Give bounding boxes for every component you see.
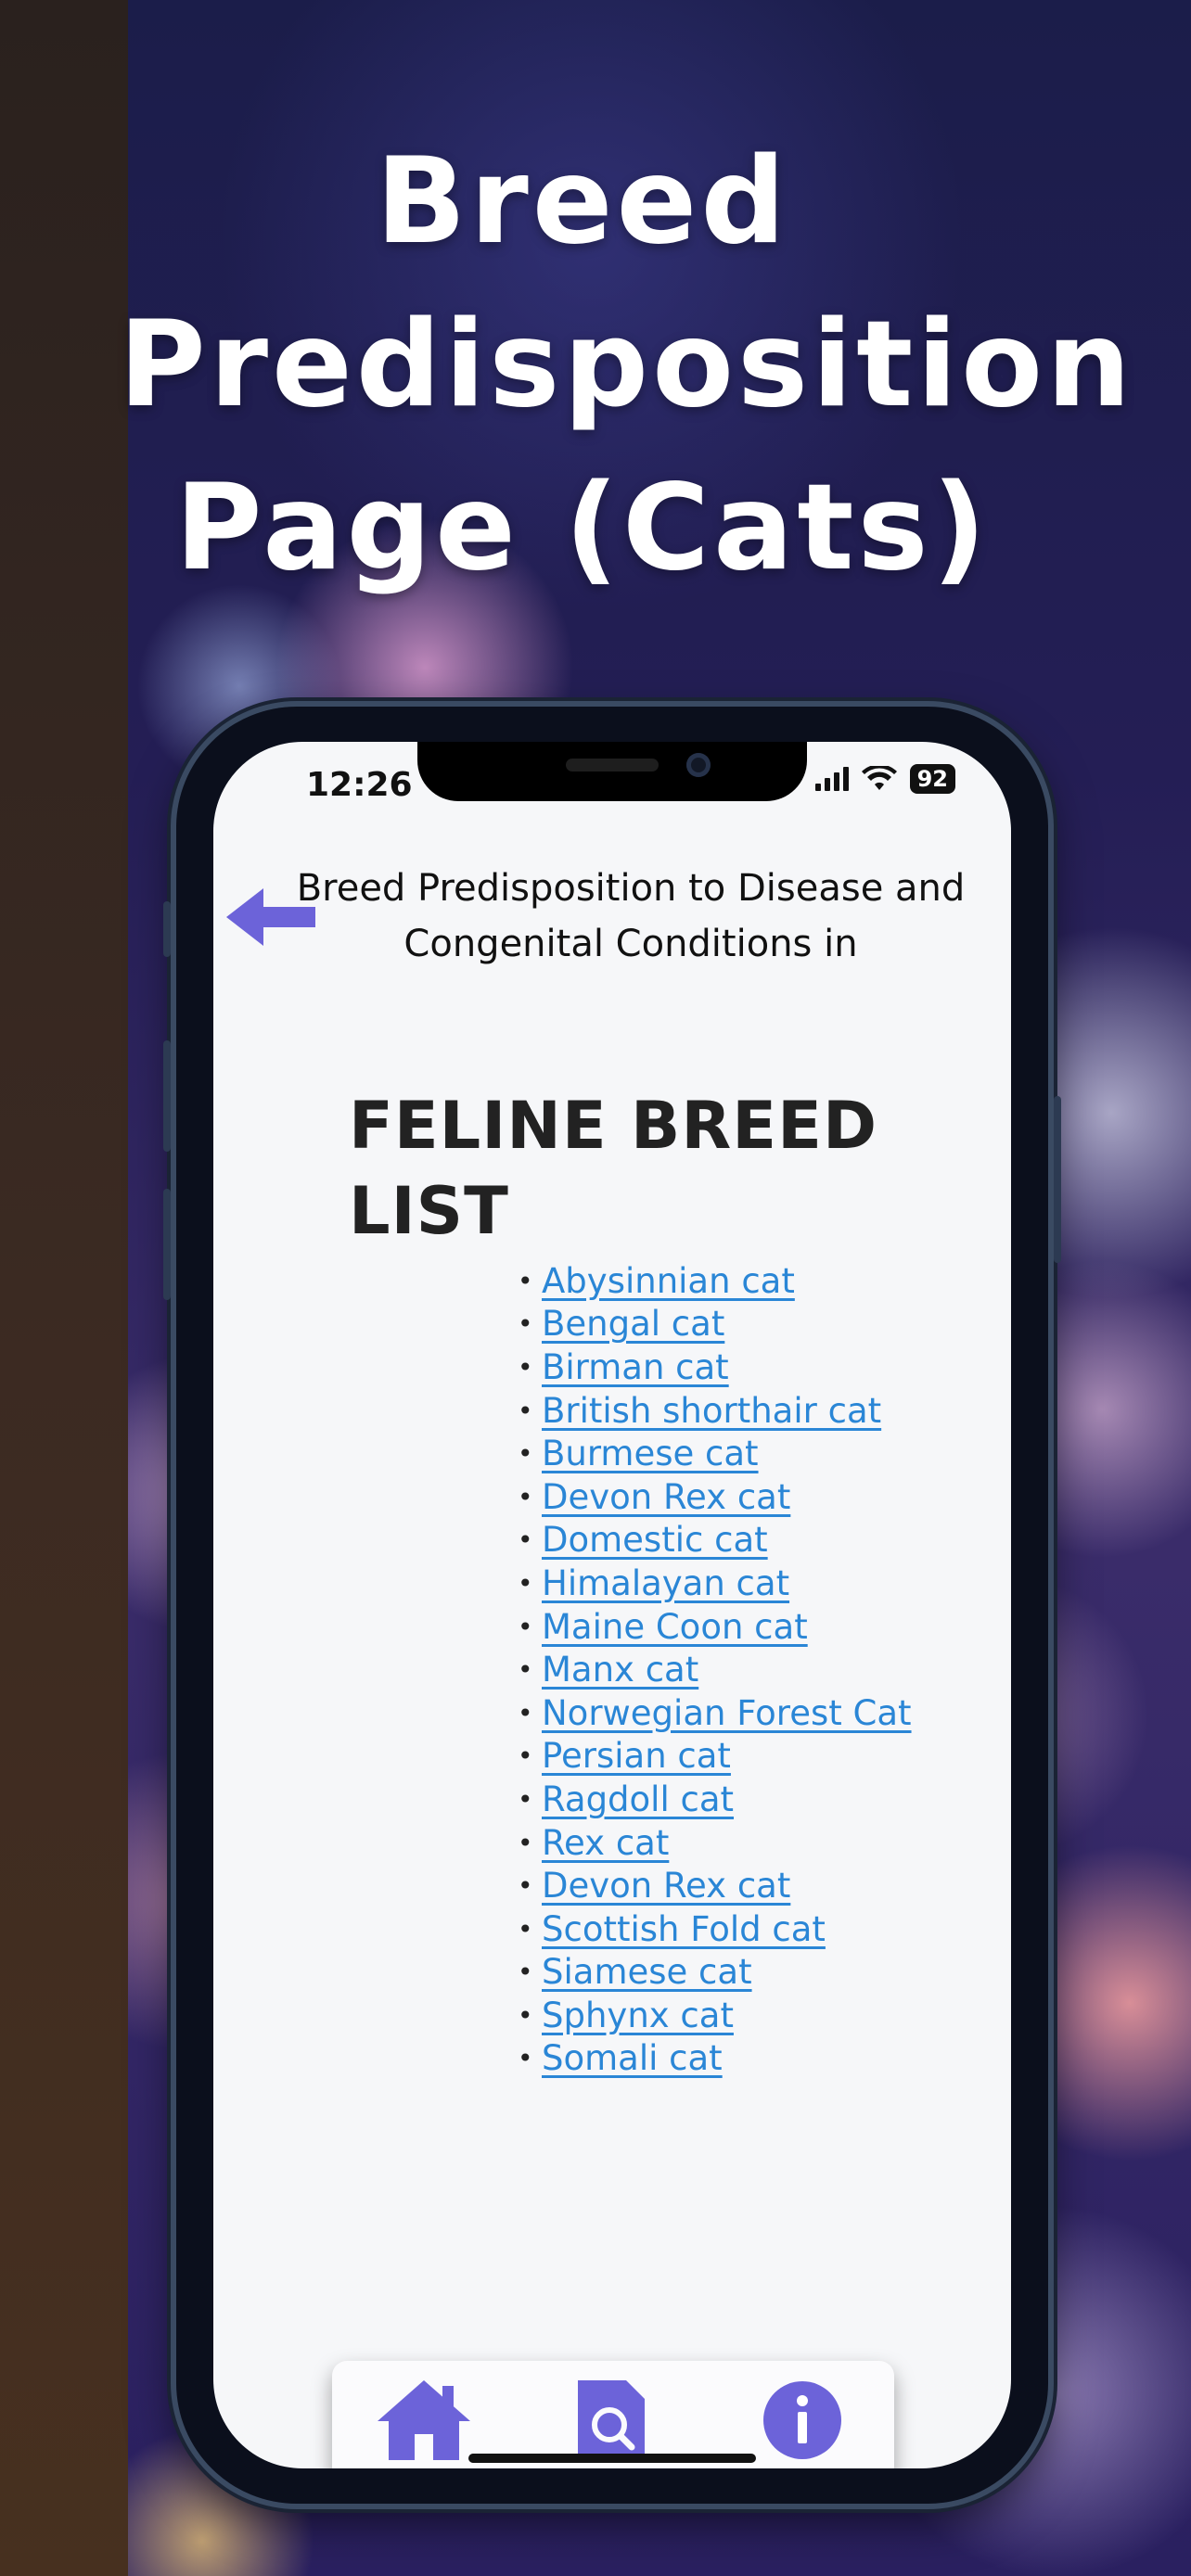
bullet: • — [518, 1827, 533, 1858]
left-wallpaper-strip — [0, 0, 128, 2576]
power-button — [1054, 1096, 1061, 1263]
breed-link[interactable]: Norwegian Forest Cat — [542, 1693, 912, 1733]
signal-icon — [814, 767, 849, 791]
list-item: • Scottish Fold cat — [518, 1907, 912, 1951]
tab-home[interactable] — [373, 2374, 475, 2467]
list-item: • Siamese cat — [518, 1951, 912, 1995]
list-item: • Himalayan cat — [518, 1562, 912, 1605]
breed-link[interactable]: Ragdoll cat — [542, 1779, 734, 1819]
front-camera — [686, 753, 711, 777]
list-item: • Persian cat — [518, 1735, 912, 1779]
breed-link[interactable]: Abysinnian cat — [542, 1261, 795, 1301]
bullet: • — [518, 1611, 533, 1642]
breed-link[interactable]: Sphynx cat — [542, 1996, 734, 2035]
breed-link[interactable]: Somali cat — [542, 2038, 723, 2078]
bullet: • — [518, 1438, 533, 1470]
breed-link[interactable]: Maine Coon cat — [542, 1607, 808, 1647]
list-item: • Somali cat — [518, 2037, 912, 2081]
breed-link[interactable]: Burmese cat — [542, 1434, 759, 1473]
bullet: • — [518, 1654, 533, 1686]
info-icon — [763, 2381, 841, 2459]
tab-search[interactable] — [560, 2374, 662, 2467]
bullet: • — [518, 1265, 533, 1296]
page-title: FELINE BREED LIST — [349, 1088, 878, 1249]
mute-switch — [163, 901, 171, 957]
status-time: 12:26 — [306, 766, 413, 804]
breed-link[interactable]: Rex cat — [542, 1823, 669, 1863]
list-item: • Norwegian Forest Cat — [518, 1691, 912, 1735]
bullet: • — [518, 1524, 533, 1556]
breed-list: • Abysinnian cat • Bengal cat • Birman cat … — [518, 1259, 912, 2080]
battery-indicator: 92 — [909, 764, 955, 794]
breed-link[interactable]: Manx cat — [542, 1650, 698, 1690]
wifi-icon — [861, 766, 897, 790]
bullet: • — [518, 1999, 533, 2031]
notch — [417, 742, 807, 801]
breed-link[interactable]: Domestic cat — [542, 1520, 768, 1560]
list-item: • Devon Rex cat — [518, 1475, 912, 1519]
list-item: • Burmese cat — [518, 1432, 912, 1475]
home-indicator — [468, 2454, 756, 2463]
bullet: • — [518, 1697, 533, 1728]
list-item: • British shorthair cat — [518, 1389, 912, 1433]
breed-link[interactable]: Scottish Fold cat — [542, 1909, 826, 1949]
app-screen: 12:26 92 Breed Predisposition to Disease… — [213, 742, 1011, 2468]
bullet: • — [518, 1481, 533, 1512]
bullet: • — [518, 1783, 533, 1815]
list-item: • Birman cat — [518, 1345, 912, 1389]
volume-down-button — [163, 1189, 171, 1300]
breed-link[interactable]: Devon Rex cat — [542, 1866, 790, 1906]
search-document-icon — [578, 2380, 645, 2460]
bottom-tab-bar — [332, 2361, 894, 2468]
list-item: • Devon Rex cat — [518, 1864, 912, 1907]
breed-link[interactable]: Birman cat — [542, 1347, 729, 1387]
tab-info[interactable] — [751, 2374, 853, 2467]
breed-link[interactable]: British shorthair cat — [542, 1391, 881, 1431]
bullet: • — [518, 1308, 533, 1340]
status-icons: 92 — [814, 764, 955, 794]
list-item: • Rex cat — [518, 1821, 912, 1865]
breed-link[interactable]: Siamese cat — [542, 1952, 752, 1992]
list-item: • Sphynx cat — [518, 1994, 912, 2037]
breed-link[interactable]: Devon Rex cat — [542, 1477, 790, 1517]
breed-link[interactable]: Persian cat — [542, 1736, 731, 1776]
list-item: • Ragdoll cat — [518, 1778, 912, 1821]
bullet: • — [518, 2043, 533, 2074]
list-item: • Manx cat — [518, 1648, 912, 1691]
list-item: • Abysinnian cat — [518, 1259, 912, 1303]
list-item: • Domestic cat — [518, 1519, 912, 1562]
breed-link[interactable]: Bengal cat — [542, 1304, 724, 1344]
bullet: • — [518, 1957, 533, 1988]
list-item: • Bengal cat — [518, 1303, 912, 1346]
volume-up-button — [163, 1040, 171, 1152]
breed-link[interactable]: Himalayan cat — [542, 1563, 789, 1603]
home-icon — [378, 2380, 470, 2460]
list-item: • Maine Coon cat — [518, 1605, 912, 1649]
bullet: • — [518, 1395, 533, 1426]
bullet: • — [518, 1741, 533, 1772]
bullet: • — [518, 1870, 533, 1902]
bullet: • — [518, 1567, 533, 1599]
promo-headline: Breed Predisposition Page (Cats) — [119, 133, 1135, 597]
bullet: • — [518, 1351, 533, 1383]
page-subtitle: Breed Predisposition to Disease and Cong… — [296, 867, 966, 965]
speaker-grille — [566, 759, 659, 772]
phone-frame: 12:26 92 Breed Predisposition to Disease… — [163, 707, 1061, 2504]
bullet: • — [518, 1913, 533, 1945]
